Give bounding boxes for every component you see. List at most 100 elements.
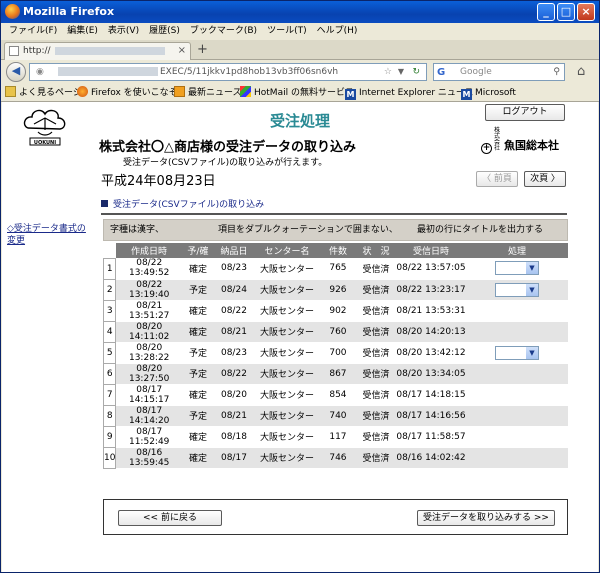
search-placeholder: Google [460, 67, 492, 77]
cell-center: 大阪センター [253, 384, 320, 406]
bookmark-item[interactable]: HotMail の無料サービス [240, 84, 354, 102]
cell-received: 08/20 13:34:05 [395, 363, 466, 385]
cell-delivery: 08/18 [213, 426, 254, 448]
section-title: 受注データ(CSVファイル)の取り込み [101, 197, 264, 210]
bookmark-item[interactable]: M Internet Explorer ニュース [345, 84, 473, 102]
cell-received: 08/16 14:02:42 [395, 447, 466, 469]
cell-delivery: 08/23 [213, 342, 254, 364]
cell-delivery: 08/21 [213, 405, 254, 427]
table-row: 1 08/22 13:49:52 確定 08/23 大阪センター 765 受信済 08/22 … [102, 257, 568, 280]
cell-action [465, 363, 568, 385]
new-tab-button[interactable]: + [197, 42, 208, 57]
cell-delivery: 08/24 [213, 279, 254, 301]
next-page-button[interactable]: 次頁 〉 [524, 171, 566, 187]
chevron-down-icon: ▼ [525, 346, 538, 359]
browser-window: Mozilla Firefox _ □ × ファイル(F) 編集(E) 表示(V) 履… [0, 0, 600, 573]
back-button[interactable]: << 前に戻る [118, 510, 222, 526]
cell-action [465, 426, 568, 448]
cell-action [465, 405, 568, 427]
cell-created: 08/17 11:52:49 [115, 426, 182, 448]
cell-delivery: 08/21 [213, 321, 254, 343]
cell-received: 08/20 13:42:12 [395, 342, 466, 364]
folder-icon [5, 86, 16, 97]
cell-count: 746 [319, 447, 356, 469]
cell-delivery: 08/17 [213, 447, 254, 469]
cell-no: 4 [102, 320, 117, 343]
menu-bar: ファイル(F) 編集(E) 表示(V) 履歴(S) ブックマーク(B) ツール(T) ヘルプ… [1, 23, 599, 40]
output-options: 字種は漢字、 項目をダブルクォーテーションで囲まない、 最初の行にタイトルを出力… [103, 219, 568, 241]
action-select[interactable]: ▼ [494, 282, 539, 297]
table-header: 作成日時 予/確 納品日 センター名 件数 状 況 受信日時 処理 [103, 243, 568, 258]
menu-bookmarks[interactable]: ブックマーク(B) [190, 26, 257, 36]
url-text: EXEC/5/11jkkv1pd8hob13vb3ff06sn6vh [160, 67, 339, 77]
url-obscured [58, 67, 158, 76]
cell-center: 大阪センター [253, 363, 320, 385]
cell-status: 受信済 [355, 447, 396, 469]
cell-created: 08/20 13:28:22 [115, 342, 182, 364]
menu-help[interactable]: ヘルプ(H) [317, 26, 358, 36]
msn-icon: M [345, 89, 356, 100]
cell-created: 08/17 14:14:20 [115, 405, 182, 427]
tab-bar: http:// × + [1, 40, 599, 60]
windows-icon [240, 86, 251, 97]
cell-status: 受信済 [355, 321, 396, 343]
bookmark-item[interactable]: M Microsoft [461, 84, 516, 102]
cell-center: 大阪センター [253, 426, 320, 448]
search-box[interactable]: G Google ⚲ [433, 63, 565, 81]
prev-page-button[interactable]: 〈 前頁 [476, 171, 518, 187]
bookmark-item[interactable]: Firefox を使いこなそう [77, 84, 187, 102]
cell-type: 予定 [181, 405, 214, 427]
cell-count: 765 [319, 258, 356, 280]
section-divider [101, 213, 567, 215]
navigation-bar: ◀ ◉ EXEC/5/11jkkv1pd8hob13vb3ff06sn6vh ☆… [1, 60, 599, 84]
cell-created: 08/20 13:27:50 [115, 363, 182, 385]
action-select[interactable]: ▼ [494, 345, 539, 360]
table-row: 2 08/22 13:19:40 予定 08/24 大阪センター 926 受信済 08/22 … [102, 278, 568, 301]
home-icon[interactable]: ⌂ [577, 64, 585, 79]
bookmark-item[interactable]: よく見るページ [5, 84, 82, 102]
tab-close-icon[interactable]: × [178, 43, 186, 59]
cell-no: 8 [102, 404, 117, 427]
cell-action: ▼ [465, 342, 568, 364]
search-icon[interactable]: ⚲ [553, 64, 560, 80]
cell-type: 予定 [181, 363, 214, 385]
cell-type: 確定 [181, 447, 214, 469]
back-arrow-icon[interactable]: ◀ [6, 62, 26, 82]
tab-current[interactable]: http:// × [4, 42, 191, 60]
cell-status: 受信済 [355, 279, 396, 301]
menu-edit[interactable]: 編集(E) [67, 26, 98, 36]
star-icon[interactable]: ☆ [384, 64, 392, 80]
format-change-link[interactable]: ◇受注データ書式の変更 [7, 223, 87, 247]
menu-tools[interactable]: ツール(T) [267, 26, 307, 36]
tab-label: http:// [23, 46, 51, 56]
cell-center: 大阪センター [253, 321, 320, 343]
import-button[interactable]: 受注データを取り込みする >> [417, 510, 555, 526]
cell-received: 08/22 13:57:05 [395, 258, 466, 280]
close-button[interactable]: × [577, 3, 595, 21]
action-select[interactable]: ▼ [494, 261, 539, 276]
reload-icon[interactable]: ↻ [412, 64, 420, 80]
cell-type: 予定 [181, 342, 214, 364]
logout-button[interactable]: ログアウト [485, 104, 565, 121]
cell-delivery: 08/22 [213, 363, 254, 385]
bookmark-item[interactable]: 最新ニュース [174, 84, 242, 102]
url-bar[interactable]: ◉ EXEC/5/11jkkv1pd8hob13vb3ff06sn6vh ☆ ▼… [29, 63, 427, 81]
option-charset: 字種は漢字、 [110, 225, 165, 235]
cell-action [465, 321, 568, 343]
cell-delivery: 08/20 [213, 384, 254, 406]
cell-count: 926 [319, 279, 356, 301]
dropdown-icon[interactable]: ▼ [398, 64, 404, 80]
menu-view[interactable]: 表示(V) [108, 26, 139, 36]
cell-status: 受信済 [355, 300, 396, 322]
cell-status: 受信済 [355, 363, 396, 385]
table-row: 7 08/17 14:15:17 確定 08/20 大阪センター 854 受信済 08/17 … [102, 383, 568, 406]
cell-status: 受信済 [355, 258, 396, 280]
cell-center: 大阪センター [253, 342, 320, 364]
cell-no: 9 [102, 425, 117, 448]
minimize-button[interactable]: _ [537, 3, 555, 21]
menu-history[interactable]: 履歴(S) [149, 26, 180, 36]
cell-created: 08/17 14:15:17 [115, 384, 182, 406]
maximize-button[interactable]: □ [557, 3, 575, 21]
menu-file[interactable]: ファイル(F) [9, 26, 57, 36]
cell-center: 大阪センター [253, 300, 320, 322]
